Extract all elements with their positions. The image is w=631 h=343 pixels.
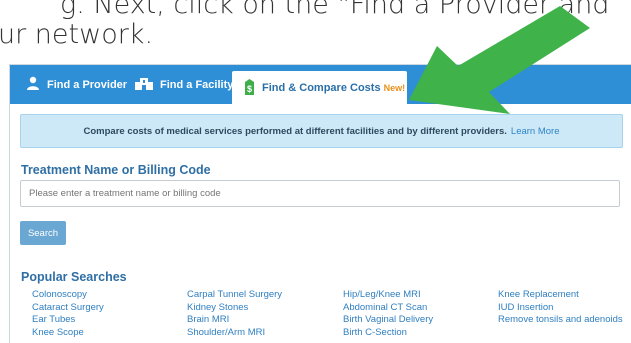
popular-search-link[interactable]: Colonoscopy [32, 289, 104, 302]
popular-search-link[interactable]: Ear Tubes [32, 314, 104, 327]
building-icon [135, 77, 153, 93]
popular-column-4: Knee Replacement IUD Insertion Remove to… [498, 289, 623, 327]
cost-finder-panel: Find a Provider Find a Facility $ Find &… [9, 64, 631, 343]
popular-search-link[interactable]: Brain MRI [187, 314, 282, 327]
treatment-search-input[interactable] [20, 180, 620, 207]
popular-search-link[interactable]: IUD Insertion [498, 302, 623, 315]
popular-search-link[interactable]: Hip/Leg/Knee MRI [343, 289, 433, 302]
tab-find-facility[interactable]: Find a Facility [135, 65, 233, 104]
popular-search-link[interactable]: Carpal Tunnel Surgery [187, 289, 282, 302]
popular-search-link[interactable]: Knee Scope [32, 327, 104, 340]
svg-text:$: $ [247, 84, 252, 94]
popular-search-link[interactable]: Shoulder/Arm MRI [187, 327, 282, 340]
tab-find-provider[interactable]: Find a Provider [26, 65, 127, 104]
tab-label: Find a Facility [160, 78, 234, 91]
popular-search-link[interactable]: Birth C-Section [343, 327, 433, 340]
caption-line-2: ur network. [0, 19, 154, 50]
banner-text: Compare costs of medical services perfor… [83, 125, 507, 137]
popular-searches-heading: Popular Searches [21, 270, 127, 284]
popular-search-link[interactable]: Birth Vaginal Delivery [343, 314, 433, 327]
popular-column-3: Hip/Leg/Knee MRI Abdominal CT Scan Birth… [343, 289, 433, 339]
popular-search-link[interactable]: Cataract Surgery [32, 302, 104, 315]
person-icon [26, 76, 40, 93]
popular-search-link[interactable]: Kidney Stones [187, 302, 282, 315]
treatment-label: Treatment Name or Billing Code [21, 163, 211, 177]
popular-search-link[interactable]: Remove tonsils and adenoids [498, 314, 623, 327]
popular-column-2: Carpal Tunnel Surgery Kidney Stones Brai… [187, 289, 282, 339]
popular-column-1: Colonoscopy Cataract Surgery Ear Tubes K… [32, 289, 104, 339]
info-banner: Compare costs of medical services perfor… [20, 114, 623, 148]
tab-label: Find & Compare Costs [262, 82, 381, 94]
new-badge: New! [383, 83, 406, 93]
tab-bar: Find a Provider Find a Facility $ Find &… [10, 65, 631, 105]
price-tag-icon: $ [244, 78, 255, 98]
popular-search-link[interactable]: Knee Replacement [498, 289, 623, 302]
tab-label: Find a Provider [47, 78, 128, 91]
instruction-caption: g. Next, click on the "Find a Provider a… [0, 0, 631, 60]
search-button[interactable]: Search [20, 221, 66, 245]
popular-search-link[interactable]: Abdominal CT Scan [343, 302, 433, 315]
learn-more-link[interactable]: Learn More [511, 126, 560, 137]
tab-find-compare-costs[interactable]: $ Find & Compare Costs New! [232, 71, 407, 105]
